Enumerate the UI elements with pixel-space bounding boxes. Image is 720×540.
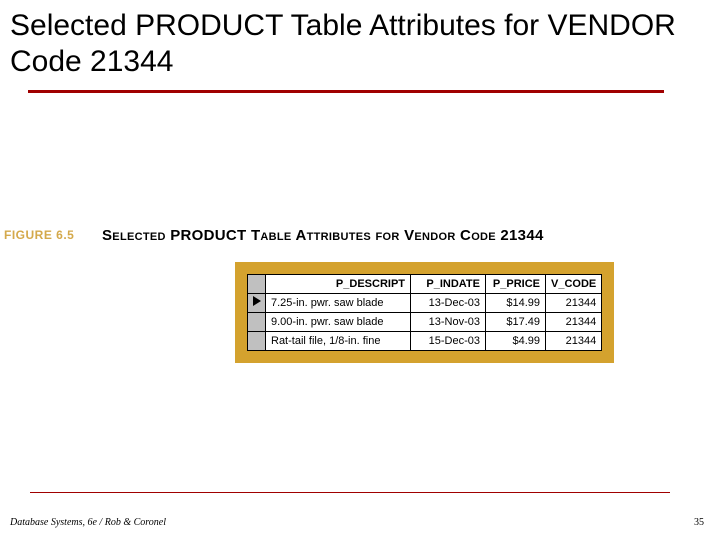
row-selector [248, 294, 266, 313]
row-selector [248, 313, 266, 332]
table-row: 9.00-in. pwr. saw blade 13-Nov-03 $17.49… [248, 313, 602, 332]
current-row-icon [253, 296, 261, 306]
col-header-descript: P_DESCRIPT [266, 275, 411, 294]
col-header-indate: P_INDATE [411, 275, 486, 294]
table-row: Rat-tail file, 1/8-in. fine 15-Dec-03 $4… [248, 332, 602, 351]
table-header-row: P_DESCRIPT P_INDATE P_PRICE V_CODE [248, 275, 602, 294]
col-header-vcode: V_CODE [546, 275, 602, 294]
figure-label-bar: FIGURE 6.5 Selected PRODUCT Table Attrib… [0, 228, 720, 248]
figure-caption: Selected PRODUCT Table Attributes for Ve… [102, 227, 544, 244]
cell-descript: Rat-tail file, 1/8-in. fine [266, 332, 411, 351]
slide-title: Selected PRODUCT Table Attributes for VE… [0, 0, 720, 90]
cell-indate: 13-Dec-03 [411, 294, 486, 313]
slide: Selected PRODUCT Table Attributes for VE… [0, 0, 720, 540]
table-row: 7.25-in. pwr. saw blade 13-Dec-03 $14.99… [248, 294, 602, 313]
row-selector [248, 332, 266, 351]
cell-indate: 13-Nov-03 [411, 313, 486, 332]
cell-vcode: 21344 [546, 313, 602, 332]
row-selector-header [248, 275, 266, 294]
cell-price: $14.99 [486, 294, 546, 313]
footer-divider [30, 492, 670, 493]
col-header-price: P_PRICE [486, 275, 546, 294]
cell-vcode: 21344 [546, 332, 602, 351]
product-table: P_DESCRIPT P_INDATE P_PRICE V_CODE 7.25-… [247, 274, 602, 351]
cell-descript: 9.00-in. pwr. saw blade [266, 313, 411, 332]
table-container: P_DESCRIPT P_INDATE P_PRICE V_CODE 7.25-… [235, 262, 614, 363]
cell-indate: 15-Dec-03 [411, 332, 486, 351]
cell-price: $4.99 [486, 332, 546, 351]
page-number: 35 [694, 517, 704, 528]
table-body: 7.25-in. pwr. saw blade 13-Dec-03 $14.99… [248, 294, 602, 351]
footer-citation: Database Systems, 6e / Rob & Coronel [10, 517, 166, 528]
cell-vcode: 21344 [546, 294, 602, 313]
cell-descript: 7.25-in. pwr. saw blade [266, 294, 411, 313]
cell-price: $17.49 [486, 313, 546, 332]
title-underline [28, 90, 664, 93]
figure-number: FIGURE 6.5 [4, 228, 74, 242]
